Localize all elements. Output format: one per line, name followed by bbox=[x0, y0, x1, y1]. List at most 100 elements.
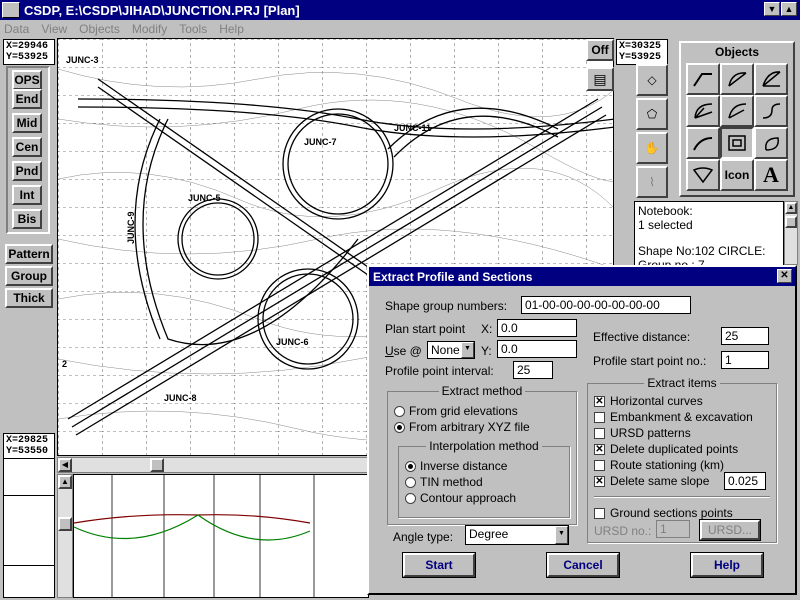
view-tool-3[interactable]: ✋ bbox=[636, 132, 668, 164]
x-input[interactable]: 0.0 bbox=[497, 319, 577, 337]
coord-x: X=29825 bbox=[6, 435, 49, 446]
cancel-button[interactable]: Cancel bbox=[546, 552, 620, 578]
checkbox-checked: ✕ bbox=[594, 443, 605, 455]
chk-route-stationing[interactable]: Route stationing (km) bbox=[594, 458, 724, 472]
obj-text-button[interactable]: A bbox=[754, 159, 788, 191]
view-tool-2[interactable]: ⬠ bbox=[636, 98, 668, 130]
help-button[interactable]: Help bbox=[690, 552, 764, 578]
chk-embankment[interactable]: Embankment & excavation bbox=[594, 410, 753, 424]
profile-canvas[interactable] bbox=[73, 474, 369, 598]
radio-dot bbox=[394, 421, 405, 433]
start-button[interactable]: Start bbox=[402, 552, 476, 578]
chk-horizontal-curves[interactable]: ✕ Horizontal curves bbox=[594, 394, 703, 408]
printer-icon: ▤ bbox=[593, 70, 607, 87]
radio-contour[interactable]: Contour approach bbox=[405, 491, 516, 505]
clothoid-icon bbox=[694, 103, 713, 119]
extract-items-group: Extract items ✕ Horizontal curves Embankm… bbox=[587, 376, 777, 543]
profile-start-input[interactable]: 1 bbox=[721, 351, 769, 369]
pattern-button[interactable]: Pattern bbox=[5, 244, 53, 264]
menu-bar: Data View Objects Modify Tools Help bbox=[0, 20, 800, 38]
shape-rotate-icon: ◇ bbox=[647, 73, 657, 87]
extract-items-title: Extract items bbox=[588, 376, 776, 390]
obj-line[interactable] bbox=[686, 63, 720, 95]
obj-curve[interactable] bbox=[720, 95, 754, 127]
effective-distance-label: Effective distance: bbox=[593, 330, 691, 344]
angle-type-select[interactable]: Degree bbox=[465, 525, 569, 545]
obj-bend[interactable] bbox=[686, 127, 720, 159]
snap-end-button[interactable]: End bbox=[12, 89, 42, 109]
view-tool-4[interactable]: ⌇ bbox=[636, 166, 668, 198]
ursd-button[interactable]: URSD... bbox=[699, 519, 761, 541]
dialog-close-icon[interactable]: ✕ bbox=[777, 269, 792, 283]
obj-fan[interactable] bbox=[686, 159, 720, 191]
notebook-scroll-up-icon[interactable]: ▲ bbox=[785, 202, 797, 214]
plan-label-junc8: JUNC-8 bbox=[164, 393, 197, 403]
chk-label: Route stationing (km) bbox=[610, 458, 725, 472]
slope-input[interactable]: 0.025 bbox=[724, 472, 766, 490]
radio-grid-elevations[interactable]: From grid elevations bbox=[394, 404, 518, 418]
snap-bis-button[interactable]: Bis bbox=[12, 209, 42, 229]
y-input[interactable]: 0.0 bbox=[497, 340, 577, 358]
radio-inverse-distance[interactable]: Inverse distance bbox=[405, 459, 507, 473]
checkbox bbox=[594, 411, 605, 423]
chk-delete-duplicated[interactable]: ✕ Delete duplicated points bbox=[594, 442, 738, 456]
maximize-button[interactable]: ▲ bbox=[781, 2, 797, 16]
chk-delete-same-slope[interactable]: ✕ Delete same slope bbox=[594, 474, 709, 488]
arc-icon bbox=[728, 72, 747, 87]
ops-button[interactable]: OPS bbox=[12, 70, 42, 90]
snap-pnd-button[interactable]: Pnd bbox=[12, 161, 42, 181]
curve-icon bbox=[728, 103, 747, 119]
radio-tin[interactable]: TIN method bbox=[405, 475, 483, 489]
coord-y: Y=53925 bbox=[619, 52, 662, 63]
obj-arc[interactable] bbox=[720, 63, 754, 95]
scroll-left-icon[interactable]: ◀ bbox=[58, 458, 72, 472]
extract-method-title: Extract method bbox=[388, 384, 576, 398]
ursd-no-input[interactable]: 1 bbox=[656, 520, 690, 538]
radio-xyz-file[interactable]: From arbitrary XYZ file bbox=[394, 420, 530, 434]
obj-sector[interactable] bbox=[754, 63, 788, 95]
interval-input[interactable]: 25 bbox=[513, 361, 553, 379]
extract-profile-dialog: Extract Profile and Sections ✕ Shape gro… bbox=[367, 265, 797, 595]
use-dropdown-icon[interactable]: ▼ bbox=[461, 342, 474, 358]
obj-transition[interactable] bbox=[754, 95, 788, 127]
menu-objects[interactable]: Objects bbox=[79, 22, 120, 36]
menu-modify[interactable]: Modify bbox=[132, 22, 167, 36]
chk-ursd-patterns[interactable]: URSD patterns bbox=[594, 426, 691, 440]
scroll-thumb[interactable] bbox=[150, 458, 164, 472]
notebook-scrollbar[interactable]: ▲ bbox=[784, 201, 798, 265]
obj-spiral[interactable] bbox=[686, 95, 720, 127]
obj-loop[interactable] bbox=[754, 127, 788, 159]
profile-scroll-thumb[interactable] bbox=[58, 517, 72, 531]
shape-group-input[interactable]: 01-00-00-00-00-00-00-00 bbox=[521, 296, 691, 314]
menu-help[interactable]: Help bbox=[219, 22, 244, 36]
effective-distance-input[interactable]: 25 bbox=[721, 327, 769, 345]
notebook-scroll-thumb[interactable] bbox=[785, 216, 797, 228]
chk-label: Delete duplicated points bbox=[610, 442, 739, 456]
minimize-button[interactable]: ▼ bbox=[764, 2, 780, 16]
snap-mid-button[interactable]: Mid bbox=[12, 113, 42, 133]
view-tool-1[interactable]: ◇ bbox=[636, 64, 668, 96]
radio-label: From arbitrary XYZ file bbox=[409, 420, 530, 434]
dialog-title-bar: Extract Profile and Sections ✕ bbox=[369, 267, 795, 286]
extract-method-group: Extract method From grid elevations From… bbox=[387, 384, 577, 525]
loop-icon bbox=[765, 137, 779, 151]
menu-view[interactable]: View bbox=[41, 22, 67, 36]
menu-data[interactable]: Data bbox=[4, 22, 29, 36]
snap-int-button[interactable]: Int bbox=[12, 185, 42, 205]
profile-vscrollbar[interactable]: ▲ bbox=[57, 474, 73, 598]
preview-panel bbox=[3, 458, 55, 598]
obj-icon-button[interactable]: Icon bbox=[720, 159, 754, 191]
angle-dropdown-icon[interactable]: ▼ bbox=[555, 526, 568, 544]
print-button[interactable]: ▤ bbox=[586, 67, 614, 91]
off-button[interactable]: Off bbox=[586, 39, 614, 61]
chk-ground-sections[interactable]: Ground sections points bbox=[594, 506, 733, 520]
menu-tools[interactable]: Tools bbox=[179, 22, 207, 36]
obj-circle-spiral[interactable] bbox=[720, 127, 754, 159]
radio-dot bbox=[405, 492, 416, 504]
group-button[interactable]: Group bbox=[5, 266, 53, 286]
scroll-up-icon[interactable]: ▲ bbox=[58, 475, 72, 489]
snap-cen-button[interactable]: Cen bbox=[12, 137, 42, 157]
thick-button[interactable]: Thick bbox=[5, 288, 53, 308]
system-menu-icon[interactable] bbox=[2, 2, 20, 18]
chk-label: Embankment & excavation bbox=[610, 410, 753, 424]
